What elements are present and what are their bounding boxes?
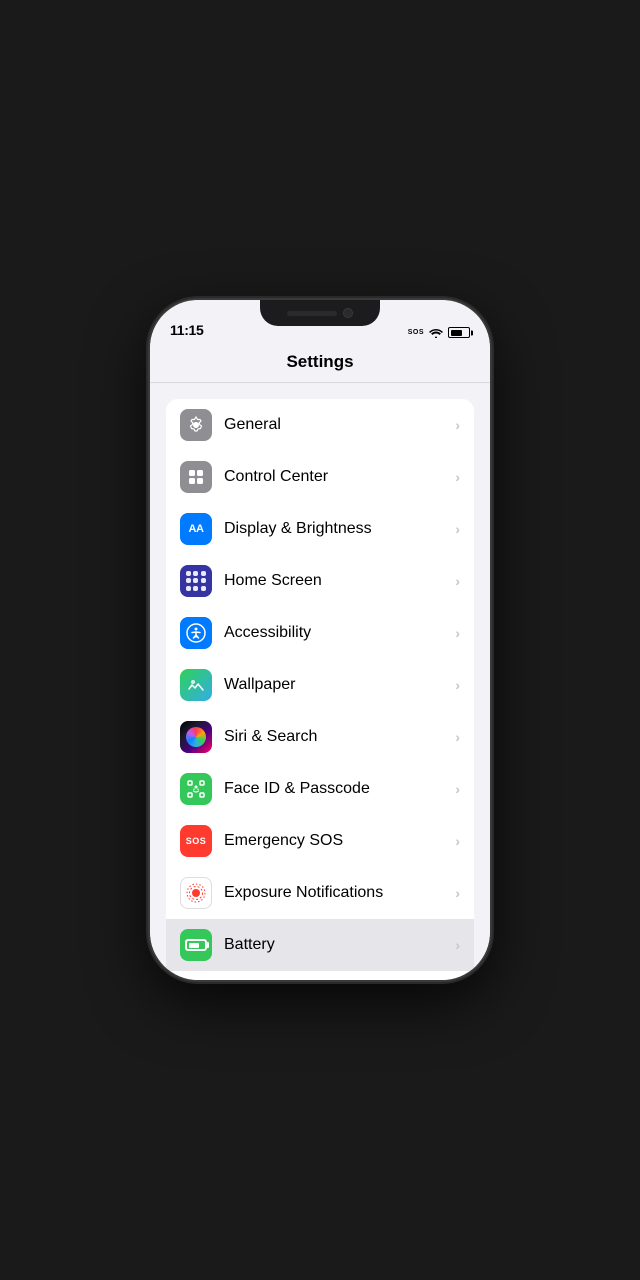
exposure-chevron: ›: [455, 885, 460, 901]
home-screen-label: Home Screen: [224, 572, 449, 590]
notch: [260, 300, 380, 326]
battery-list-visual: [185, 939, 207, 951]
control-center-chevron: ›: [455, 469, 460, 485]
sos-icon-text: SOS: [186, 836, 207, 846]
settings-row-accessibility[interactable]: Accessibility ›: [166, 607, 474, 659]
battery-fill: [451, 330, 462, 336]
status-icons: SOS: [408, 327, 470, 338]
front-camera: [343, 308, 353, 318]
faceid-icon: [180, 773, 212, 805]
accessibility-icon: [180, 617, 212, 649]
battery-status-icon: [448, 327, 470, 338]
emergency-sos-label: Emergency SOS: [224, 832, 449, 850]
siri-ball: [186, 727, 206, 747]
settings-row-display[interactable]: AA Display & Brightness ›: [166, 503, 474, 555]
general-label: General: [224, 416, 449, 434]
phone-screen: 11:15 SOS Settings: [150, 300, 490, 980]
display-icon: AA: [180, 513, 212, 545]
battery-list-fill: [189, 943, 200, 948]
settings-content[interactable]: General › Control Center ›: [150, 383, 490, 980]
settings-row-faceid[interactable]: Face ID & Passcode ›: [166, 763, 474, 815]
exposure-icon: [180, 877, 212, 909]
exposure-label: Exposure Notifications: [224, 884, 449, 902]
speaker: [287, 311, 337, 316]
settings-row-privacy[interactable]: Privacy & Security ›: [166, 971, 474, 980]
settings-row-battery[interactable]: Battery ›: [166, 919, 474, 971]
faceid-chevron: ›: [455, 781, 460, 797]
page-title: Settings: [286, 352, 353, 371]
settings-row-siri[interactable]: Siri & Search ›: [166, 711, 474, 763]
sos-indicator: SOS: [408, 329, 424, 336]
wallpaper-icon: [180, 669, 212, 701]
general-chevron: ›: [455, 417, 460, 433]
battery-label: Battery: [224, 936, 449, 954]
control-center-label: Control Center: [224, 468, 449, 486]
general-icon: [180, 409, 212, 441]
siri-label: Siri & Search: [224, 728, 449, 746]
wallpaper-label: Wallpaper: [224, 676, 449, 694]
accessibility-chevron: ›: [455, 625, 460, 641]
settings-row-exposure[interactable]: Exposure Notifications ›: [166, 867, 474, 919]
home-screen-chevron: ›: [455, 573, 460, 589]
siri-icon: [180, 721, 212, 753]
nav-bar: Settings: [150, 344, 490, 383]
wallpaper-chevron: ›: [455, 677, 460, 693]
settings-row-general[interactable]: General ›: [166, 399, 474, 451]
siri-chevron: ›: [455, 729, 460, 745]
phone-frame: 11:15 SOS Settings: [150, 300, 490, 980]
battery-chevron: ›: [455, 937, 460, 953]
status-bar: 11:15 SOS: [150, 300, 490, 344]
homescreen-dots-grid: [186, 571, 206, 591]
emergency-sos-chevron: ›: [455, 833, 460, 849]
accessibility-label: Accessibility: [224, 624, 449, 642]
settings-row-control-center[interactable]: Control Center ›: [166, 451, 474, 503]
settings-row-emergency-sos[interactable]: SOS Emergency SOS ›: [166, 815, 474, 867]
control-center-icon: [180, 461, 212, 493]
wifi-icon: [429, 328, 443, 338]
emergency-sos-icon: SOS: [180, 825, 212, 857]
settings-row-wallpaper[interactable]: Wallpaper ›: [166, 659, 474, 711]
faceid-label: Face ID & Passcode: [224, 780, 449, 798]
display-icon-text: AA: [189, 523, 204, 535]
display-label: Display & Brightness: [224, 520, 449, 538]
home-screen-icon: [180, 565, 212, 597]
battery-icon-row: [180, 929, 212, 961]
settings-row-home-screen[interactable]: Home Screen ›: [166, 555, 474, 607]
display-chevron: ›: [455, 521, 460, 537]
status-time: 11:15: [170, 322, 204, 338]
section-system: General › Control Center ›: [166, 399, 474, 980]
